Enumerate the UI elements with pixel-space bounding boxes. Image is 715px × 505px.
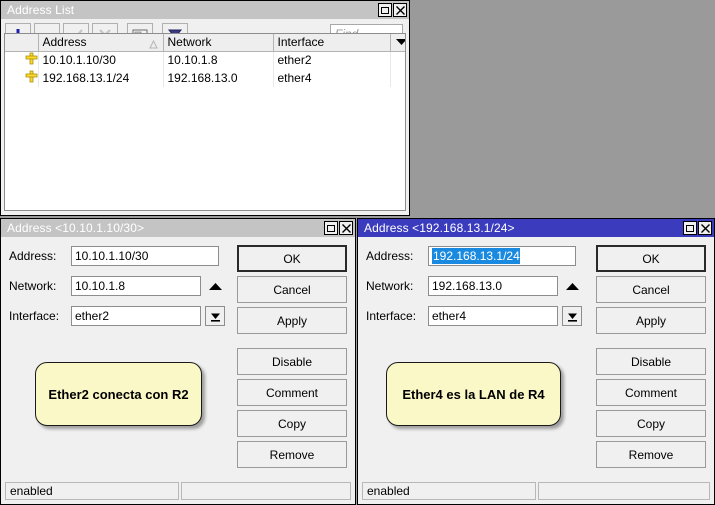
dialog-right-body: Address: 192.168.13.1/24 Network: 192.16…: [358, 237, 714, 482]
dialog-left-body: Address: 10.10.1.10/30 Network: 10.10.1.…: [1, 237, 355, 482]
row-flag-cell: [5, 69, 39, 87]
cancel-button[interactable]: Cancel: [596, 276, 706, 303]
dialog-left-statusbar: enabled: [5, 482, 351, 500]
close-icon[interactable]: [393, 3, 407, 17]
disable-button[interactable]: Disable: [237, 348, 347, 375]
maximize-icon[interactable]: [683, 221, 697, 235]
network-expand-up-icon[interactable]: [562, 276, 582, 296]
cell-interface: ether4: [273, 69, 391, 87]
interface-label: Interface:: [9, 309, 60, 323]
network-label: Network:: [366, 279, 414, 293]
ok-button[interactable]: OK: [596, 245, 706, 272]
cancel-button[interactable]: Cancel: [237, 276, 347, 303]
dialog-right-statusbar: enabled: [362, 482, 710, 500]
sort-ascending-icon: [148, 38, 158, 52]
column-chooser-button[interactable]: [390, 34, 405, 52]
network-expand-up-icon[interactable]: [205, 276, 225, 296]
table-header-row: Address Network Interface: [5, 34, 405, 52]
copy-button[interactable]: Copy: [596, 410, 706, 437]
table-row[interactable]: 10.10.1.10/30 10.10.1.8 ether2: [5, 51, 405, 69]
dialog-left-title: Address <10.10.1.10/30>: [7, 221, 145, 235]
close-icon[interactable]: [339, 221, 353, 235]
cell-spacer: [390, 69, 405, 87]
apply-button[interactable]: Apply: [237, 307, 347, 334]
disable-button[interactable]: Disable: [596, 348, 706, 375]
interface-value: ether2: [75, 309, 110, 323]
cell-network: 192.168.13.0: [163, 69, 274, 87]
annotation-callout-right: Ether4 es la LAN de R4: [386, 362, 561, 426]
dialog-left-titlebar[interactable]: Address <10.10.1.10/30>: [1, 219, 355, 237]
desktop: Address List Address Network Interface 1…: [0, 0, 715, 505]
interface-input[interactable]: ether4: [428, 306, 558, 326]
column-header-address[interactable]: Address: [38, 34, 164, 52]
annotation-callout-left: Ether2 conecta con R2: [35, 362, 202, 426]
network-input[interactable]: 192.168.13.0: [428, 276, 558, 296]
address-value: 192.168.13.1/24: [432, 248, 520, 264]
cell-network: 10.10.1.8: [163, 51, 274, 69]
network-input[interactable]: 10.10.1.8: [71, 276, 201, 296]
field-row-network: Network: 192.168.13.0: [366, 275, 582, 297]
row-flag-cell: [5, 51, 39, 69]
dialog-right-title: Address <192.168.13.1/24>: [364, 221, 515, 235]
address-input[interactable]: 10.10.1.10/30: [71, 246, 219, 266]
cell-address: 10.10.1.10/30: [38, 51, 164, 69]
column-header-address-label: Address: [42, 35, 87, 50]
cell-address: 192.168.13.1/24: [38, 69, 164, 87]
dialog-right-titlebar[interactable]: Address <192.168.13.1/24>: [358, 219, 714, 237]
dialog-right-form: Address: 192.168.13.1/24 Network: 192.16…: [366, 245, 582, 335]
maximize-icon[interactable]: [324, 221, 338, 235]
interface-label: Interface:: [366, 309, 417, 323]
cell-spacer: [390, 51, 405, 69]
address-icon: [25, 52, 38, 68]
network-value: 192.168.13.0: [432, 279, 503, 293]
field-row-network: Network: 10.10.1.8: [9, 275, 225, 297]
network-label: Network:: [9, 279, 57, 293]
interface-dropdown-icon[interactable]: [205, 306, 225, 326]
apply-button[interactable]: Apply: [596, 307, 706, 334]
dialog-left-buttons: OK Cancel Apply Disable Comment Copy Rem…: [237, 245, 347, 472]
address-list-titlebar[interactable]: Address List: [1, 1, 409, 19]
cell-interface: ether2: [273, 51, 391, 69]
status-extra: [181, 482, 351, 500]
column-header-network[interactable]: Network: [163, 34, 274, 52]
table-row[interactable]: 192.168.13.1/24 192.168.13.0 ether4: [5, 69, 405, 87]
column-header-interface[interactable]: Interface: [273, 34, 391, 52]
address-input[interactable]: 192.168.13.1/24: [428, 246, 576, 266]
address-list-window: Address List Address Network Interface 1…: [0, 0, 410, 216]
dialog-left-form: Address: 10.10.1.10/30 Network: 10.10.1.…: [9, 245, 225, 335]
interface-dropdown-icon[interactable]: [562, 306, 582, 326]
interface-value: ether4: [432, 309, 467, 323]
remove-button[interactable]: Remove: [596, 441, 706, 468]
field-row-interface: Interface: ether2: [9, 305, 225, 327]
maximize-icon[interactable]: [378, 3, 392, 17]
comment-button[interactable]: Comment: [237, 379, 347, 406]
copy-button[interactable]: Copy: [237, 410, 347, 437]
field-row-address: Address: 10.10.1.10/30: [9, 245, 225, 267]
ok-button[interactable]: OK: [237, 245, 347, 272]
network-value: 10.10.1.8: [75, 279, 126, 293]
status-text: enabled: [362, 482, 536, 500]
field-row-interface: Interface: ether4: [366, 305, 582, 327]
interface-input[interactable]: ether2: [71, 306, 201, 326]
address-label: Address:: [366, 249, 414, 263]
dialog-right-buttons: OK Cancel Apply Disable Comment Copy Rem…: [596, 245, 706, 472]
field-row-address: Address: 192.168.13.1/24: [366, 245, 582, 267]
status-text: enabled: [5, 482, 179, 500]
address-value: 10.10.1.10/30: [75, 249, 149, 263]
address-icon: [25, 70, 38, 86]
address-list-title: Address List: [7, 3, 75, 17]
address-label: Address:: [9, 249, 57, 263]
status-extra: [538, 482, 710, 500]
comment-button[interactable]: Comment: [596, 379, 706, 406]
address-table: Address Network Interface 10.10.1.10/30 …: [4, 33, 406, 211]
column-header-flag[interactable]: [5, 34, 39, 52]
remove-button[interactable]: Remove: [237, 441, 347, 468]
close-icon[interactable]: [698, 221, 712, 235]
